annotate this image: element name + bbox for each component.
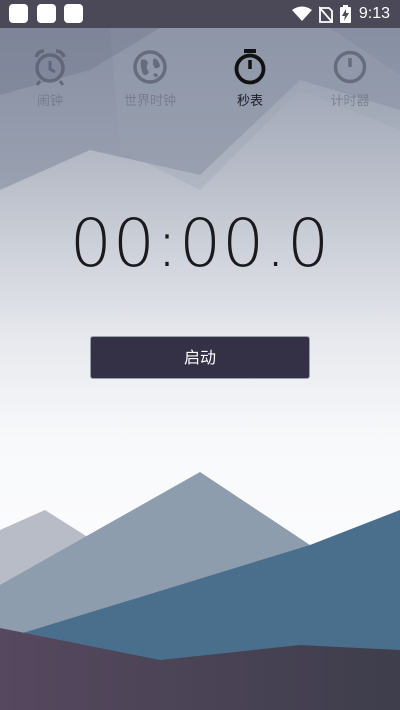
start-button[interactable]: 启动 [90, 336, 310, 379]
wifi-icon [291, 6, 312, 21]
tab-stopwatch[interactable]: 秒表 [200, 28, 300, 116]
status-time: 9:13 [358, 5, 390, 22]
no-sim-icon [318, 5, 333, 23]
world-clock-icon [133, 50, 167, 84]
tab-label: 秒表 [236, 94, 263, 109]
battery-charging-icon [339, 5, 351, 23]
stopwatch-display: 00:00.0 [69, 205, 331, 282]
timer-icon [333, 50, 367, 84]
tab-label: 闹钟 [36, 94, 63, 109]
tab-label: 世界时钟 [123, 94, 176, 109]
stopwatch-icon [234, 49, 266, 85]
app-square-icon [64, 4, 83, 23]
tab-bar: 闹钟 世界时钟 秒表 计时器 [0, 28, 400, 116]
tab-alarm[interactable]: 闹钟 [0, 28, 100, 116]
tab-world-clock[interactable]: 世界时钟 [100, 28, 200, 116]
app-square-icon [9, 4, 28, 23]
tab-label: 计时器 [330, 94, 370, 109]
tab-timer[interactable]: 计时器 [300, 28, 400, 116]
status-bar: 9:13 [0, 0, 400, 28]
app-square-icon [37, 4, 56, 23]
alarm-clock-icon [34, 49, 66, 86]
